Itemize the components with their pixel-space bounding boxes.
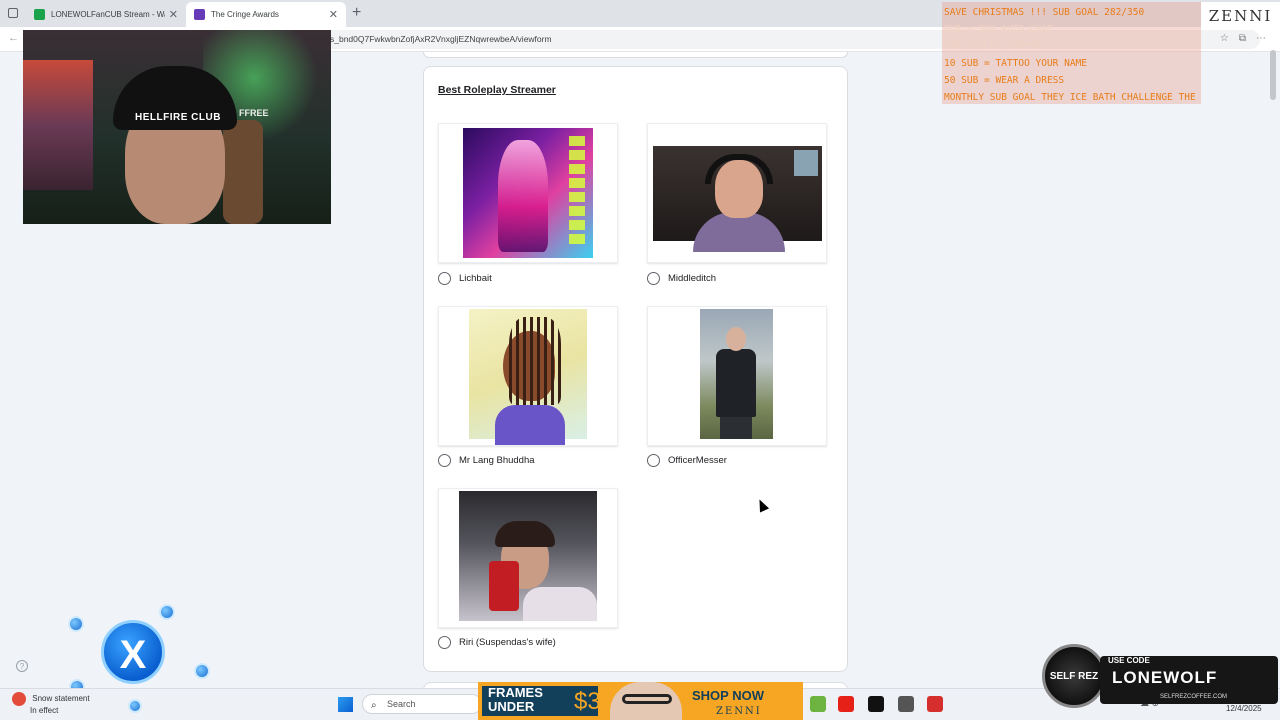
window-icon[interactable] (8, 8, 18, 18)
weather-subtitle: In effect (30, 706, 59, 715)
weather-widget[interactable]: Snow statement In effect (12, 692, 90, 716)
app-icon[interactable] (927, 696, 943, 712)
webcam-feed: HELLFIRE CLUB FFREE (23, 30, 331, 224)
orbit-dot-icon (128, 699, 142, 713)
sub-goal-line: 50 SUB = WEAR A DRESS (944, 75, 1065, 86)
option-label: OfficerMesser (668, 455, 727, 466)
option-label: Middleditch (668, 273, 717, 284)
orbit-dot-icon (194, 663, 210, 679)
radio-button[interactable] (647, 454, 660, 467)
star-icon[interactable]: ☆ (1220, 33, 1229, 44)
option-riri[interactable]: Riri (Suspendas's wife) (438, 636, 556, 649)
selfrez-logo: SELF REZ (1042, 644, 1106, 708)
extensions-icon[interactable]: ⧉ (1239, 33, 1246, 44)
toolbar-icons: ☆ ⧉ ⋯ (1220, 33, 1266, 44)
promo-code-panel: USE CODE LONEWOLF SELFREZCOFFEE.COM (1100, 656, 1278, 704)
previous-card-edge (423, 52, 848, 58)
sub-goal-line: SUB = FLEX CHEESE (944, 41, 1042, 52)
search-icon: ⌕ (371, 700, 377, 711)
x-logo-icon: X (101, 620, 165, 684)
option-label: Lichbait (459, 273, 492, 284)
option-label: Mr Lang Bhuddha (459, 455, 535, 466)
back-icon[interactable]: ← (8, 32, 19, 44)
orbit-dot-icon (159, 604, 175, 620)
sub-goal-line: SUB = SUB AUTO CHAT (944, 24, 1053, 35)
option-label: Riri (Suspendas's wife) (459, 637, 556, 648)
promo-name: LONEWOLF (1112, 668, 1218, 687)
option-lichbait[interactable]: Lichbait (438, 272, 492, 285)
tab-title: The Cringe Awards (211, 10, 279, 19)
menu-icon[interactable]: ⋯ (1256, 33, 1266, 44)
zenni-ad-banner[interactable]: FRAMES UNDER $30 SHOP NOW ZENNI (478, 682, 803, 720)
option-middleditch[interactable]: Middleditch (647, 272, 716, 285)
sub-goal-banner: SAVE CHRISTMAS !!! SUB GOAL 282/350 SUB … (942, 2, 1201, 104)
lichbait-artwork (463, 128, 593, 258)
app-icon[interactable] (868, 696, 884, 712)
radio-button[interactable] (647, 272, 660, 285)
option-officermesser[interactable]: OfficerMesser (647, 454, 727, 467)
question-title: Best Roleplay Streamer (438, 84, 556, 96)
promo-use-code: USE CODE (1108, 656, 1150, 665)
close-icon[interactable]: ✕ (329, 8, 338, 21)
mr-lang-bhuddha-artwork (469, 309, 587, 445)
scrollbar[interactable] (1270, 50, 1276, 100)
webcam-side-text: FFREE (239, 108, 269, 118)
taskbar-date: 12/4/2025 (1226, 704, 1262, 713)
beanie-text: HELLFIRE CLUB (135, 112, 221, 123)
ad-brand: ZENNI (716, 706, 762, 717)
tab-title: LONEWOLFanCUB Stream - Watch (51, 10, 165, 19)
tab-stream[interactable]: LONEWOLFanCUB Stream - Watch ✕ (26, 2, 186, 27)
option-image-middleditch[interactable] (647, 123, 827, 263)
app-icon[interactable] (898, 696, 914, 712)
orbit-dot-icon (68, 616, 84, 632)
sub-goal-line: SAVE CHRISTMAS !!! SUB GOAL 282/350 (944, 7, 1145, 18)
option-image-mr-lang-bhuddha[interactable] (438, 306, 618, 446)
radio-button[interactable] (438, 272, 451, 285)
ad-price: $30 (574, 688, 615, 715)
weather-title: Snow statement (32, 694, 90, 704)
sub-goal-line: 10 SUB = TATTOO YOUR NAME (944, 58, 1087, 69)
start-button-icon[interactable] (338, 697, 353, 712)
taskbar-search[interactable]: ⌕ Search (362, 694, 482, 714)
close-icon[interactable]: ✕ (169, 8, 178, 21)
middleditch-photo (653, 146, 822, 252)
ad-cta: SHOP NOW (692, 688, 764, 703)
option-image-lichbait[interactable] (438, 123, 618, 263)
search-placeholder: Search (387, 699, 416, 709)
help-icon[interactable]: ? (16, 660, 28, 672)
zenni-logo: ZENNI (1201, 2, 1280, 30)
officermesser-photo (700, 309, 773, 439)
promo-site: SELFREZCOFFEE.COM (1160, 694, 1228, 700)
option-mr-lang-bhuddha[interactable]: Mr Lang Bhuddha (438, 454, 535, 467)
option-image-riri[interactable] (438, 488, 618, 628)
new-tab-icon[interactable]: + (352, 4, 361, 22)
stream-favicon-icon (34, 9, 45, 20)
glasses-icon (622, 694, 672, 704)
forms-favicon-icon (194, 9, 205, 20)
radio-button[interactable] (438, 636, 451, 649)
tab-cringe-awards[interactable]: The Cringe Awards ✕ (186, 2, 346, 27)
youtube-icon[interactable] (838, 696, 854, 712)
app-icon[interactable] (810, 696, 826, 712)
weather-alert-icon (12, 692, 26, 706)
radio-button[interactable] (438, 454, 451, 467)
option-image-officermesser[interactable] (647, 306, 827, 446)
riri-photo (459, 491, 597, 621)
sub-goal-line: MONTHLY SUB GOAL THEY ICE BATH CHALLENGE… (944, 92, 1196, 103)
